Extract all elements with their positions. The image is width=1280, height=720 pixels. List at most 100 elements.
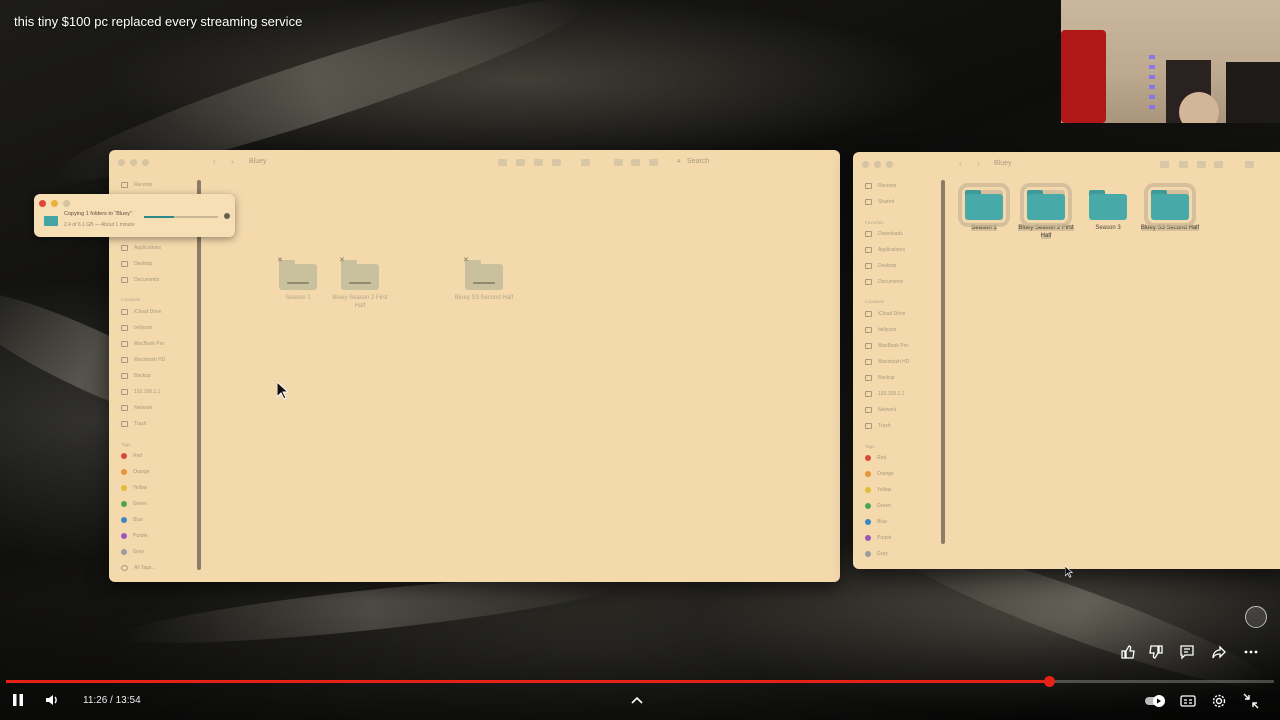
back-icon[interactable]: ‹ xyxy=(213,157,216,166)
sidebar-item-server[interactable]: 192.168.1.1 xyxy=(865,388,904,400)
sidebar-item-backup[interactable]: Backup xyxy=(865,372,895,384)
sidebar-tag-purple[interactable]: Purple xyxy=(865,532,891,544)
sidebar-item-macbook[interactable]: MacBook Pro xyxy=(121,338,164,350)
gallery-view-icon[interactable] xyxy=(552,159,561,166)
sidebar-item-macintosh-hd[interactable]: Macintosh HD xyxy=(121,354,165,366)
sidebar-item-network[interactable]: Network xyxy=(865,404,896,416)
captions-icon[interactable] xyxy=(1180,694,1196,712)
sidebar-item-trash[interactable]: Trash xyxy=(865,420,891,432)
close-button[interactable] xyxy=(118,159,125,166)
group-icon[interactable] xyxy=(581,159,590,166)
thumbs-up-icon[interactable] xyxy=(1119,644,1137,662)
comment-icon[interactable] xyxy=(1178,644,1196,662)
minimize-button[interactable] xyxy=(51,200,58,207)
sidebar-item-macintosh-hd[interactable]: Macintosh HD xyxy=(865,356,909,368)
folder-item[interactable]: Bluey Season 2 First Half xyxy=(1015,183,1077,240)
column-view-icon[interactable] xyxy=(1197,161,1206,168)
column-view-icon[interactable] xyxy=(534,159,543,166)
forward-icon[interactable]: › xyxy=(977,159,980,168)
chevron-up-icon[interactable] xyxy=(630,694,644,710)
folder-label: Bluey S3 Second Half xyxy=(1140,225,1200,231)
sidebar-item-icloud[interactable]: iCloud Drive xyxy=(865,308,905,320)
volume-button[interactable] xyxy=(45,693,61,711)
progress-scrubber[interactable] xyxy=(1043,676,1055,687)
progress-bar[interactable] xyxy=(6,676,1274,687)
sidebar-tag-yellow[interactable]: Yellow xyxy=(865,484,891,496)
sidebar-all-tags[interactable]: All Tags... xyxy=(121,562,156,574)
gear-icon[interactable] xyxy=(1211,693,1227,713)
sidebar-item-macbook[interactable]: MacBook Pro xyxy=(865,340,908,352)
sidebar-scrollbar[interactable] xyxy=(197,180,201,570)
copy-progress-dialog[interactable]: Copying 1 folders to “Bluey” 2.4 of 6.1 … xyxy=(34,194,235,237)
group-icon[interactable] xyxy=(1245,161,1254,168)
sidebar-tag-gray[interactable]: Gray xyxy=(121,546,144,558)
list-view-icon[interactable] xyxy=(1179,161,1188,168)
sidebar-item-recents[interactable]: Recents xyxy=(121,179,152,191)
window-title: Bluey xyxy=(249,158,267,165)
sidebar-item-backup[interactable]: Backup xyxy=(121,370,151,382)
sidebar-tag-green[interactable]: Green xyxy=(865,500,891,512)
sidebar-item-recents[interactable]: Recents xyxy=(865,180,896,192)
zoom-button[interactable] xyxy=(886,161,893,168)
sidebar-tag-red[interactable]: Red xyxy=(121,450,142,462)
thumbs-down-icon[interactable] xyxy=(1147,644,1165,662)
folder-item[interactable]: Bluey S3 Second Half xyxy=(1139,183,1201,232)
sidebar-item-documents[interactable]: Documents xyxy=(121,274,159,286)
minimize-button[interactable] xyxy=(874,161,881,168)
tag-icon[interactable] xyxy=(631,159,640,166)
forward-icon[interactable]: › xyxy=(231,157,234,166)
sidebar-item-shared[interactable]: Shared xyxy=(865,196,894,208)
sidebar-tag-orange[interactable]: Orange xyxy=(865,468,894,480)
sidebar-item-server[interactable]: 192.168.1.1 xyxy=(121,386,160,398)
icon-view-icon[interactable] xyxy=(498,159,507,166)
folder-item[interactable]: ✕ Bluey Season 2 First Half xyxy=(329,257,391,310)
video-title[interactable]: this tiny $100 pc replaced every streami… xyxy=(14,14,302,29)
share-icon[interactable] xyxy=(614,159,623,166)
sidebar-item-network[interactable]: Network xyxy=(121,402,152,414)
sidebar-item-downloads[interactable]: Downloads xyxy=(865,228,903,240)
more-icon[interactable] xyxy=(1242,644,1260,662)
sidebar-tag-green[interactable]: Green xyxy=(121,498,147,510)
video-frame[interactable]: this tiny $100 pc replaced every streami… xyxy=(0,0,1280,720)
zoom-button[interactable] xyxy=(142,159,149,166)
action-icon[interactable] xyxy=(649,159,658,166)
icon-view-icon[interactable] xyxy=(1160,161,1169,168)
sidebar-item-applications[interactable]: Applications xyxy=(121,242,161,254)
sidebar-item-desktop[interactable]: Desktop xyxy=(865,260,896,272)
sidebar-item-applications[interactable]: Applications xyxy=(865,244,905,256)
minimize-button[interactable] xyxy=(130,159,137,166)
cancel-copy-icon[interactable] xyxy=(224,213,230,219)
sidebar-tag-purple[interactable]: Purple xyxy=(121,530,147,542)
list-view-icon[interactable] xyxy=(516,159,525,166)
sidebar-item-home[interactable]: bellyson xyxy=(121,322,152,334)
sidebar-tag-gray[interactable]: Gray xyxy=(865,548,888,560)
share-icon[interactable] xyxy=(1210,644,1228,662)
autoplay-toggle-icon[interactable] xyxy=(1144,694,1166,712)
search-icon[interactable]: ⌕ xyxy=(677,158,681,166)
sidebar-item-trash[interactable]: Trash xyxy=(121,418,147,430)
close-button[interactable] xyxy=(39,200,46,207)
finder-window-right[interactable]: ‹ › Bluey Recents Shared Favorites Downl… xyxy=(853,152,1280,569)
sidebar-tag-blue[interactable]: Blue xyxy=(121,514,143,526)
back-icon[interactable]: ‹ xyxy=(959,159,962,168)
sidebar-item-icloud[interactable]: iCloud Drive xyxy=(121,306,161,318)
zoom-button[interactable] xyxy=(63,200,70,207)
folder-item[interactable]: ✕ Bluey S3 Second Half xyxy=(453,257,515,302)
pause-button[interactable] xyxy=(11,693,25,711)
search-field[interactable]: Search xyxy=(687,158,709,165)
close-button[interactable] xyxy=(862,161,869,168)
sidebar-tag-orange[interactable]: Orange xyxy=(121,466,150,478)
sidebar-scrollbar[interactable] xyxy=(941,180,945,544)
finder-toolbar: ‹ › Bluey xyxy=(853,152,1280,178)
folder-item[interactable]: Season 1 xyxy=(953,183,1015,232)
sidebar-tag-blue[interactable]: Blue xyxy=(865,516,887,528)
sidebar-tag-yellow[interactable]: Yellow xyxy=(121,482,147,494)
exit-fullscreen-icon[interactable] xyxy=(1243,693,1259,713)
sidebar-item-documents[interactable]: Documents xyxy=(865,276,903,288)
folder-item[interactable]: ✕ Season 1 xyxy=(267,257,329,302)
gallery-view-icon[interactable] xyxy=(1214,161,1223,168)
sidebar-item-home[interactable]: bellyson xyxy=(865,324,896,336)
folder-item[interactable]: Season 3 xyxy=(1077,190,1139,232)
sidebar-tag-red[interactable]: Red xyxy=(865,452,886,464)
sidebar-item-desktop[interactable]: Desktop xyxy=(121,258,152,270)
